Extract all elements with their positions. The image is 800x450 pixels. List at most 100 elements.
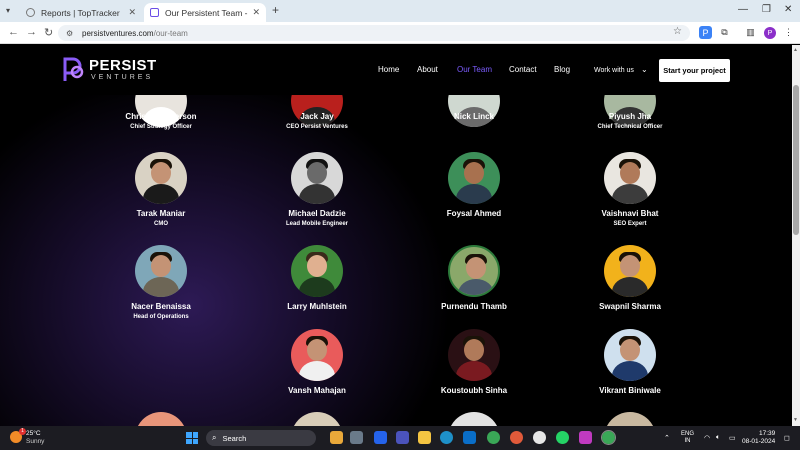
toptracker-favicon-icon	[26, 8, 35, 17]
team-member-card[interactable]	[237, 412, 397, 426]
team-member-card[interactable]	[394, 412, 554, 426]
avatar	[604, 152, 656, 204]
back-icon[interactable]: ←	[8, 26, 19, 38]
tab-title: Our Persistent Team - Persist Ve	[165, 7, 248, 18]
site-info-icon[interactable]: ⚙	[66, 29, 76, 38]
team-member-card[interactable]: Koustoubh Sinha	[394, 329, 554, 395]
edge-icon[interactable]	[440, 431, 453, 444]
team-member-card[interactable]: Foysal Ahmed	[394, 152, 554, 218]
tab-title: Reports | TopTracker	[41, 7, 120, 18]
reload-icon[interactable]: ↻	[44, 26, 53, 39]
app-icon-brave[interactable]	[579, 431, 592, 444]
profile-avatar[interactable]: P	[764, 27, 776, 39]
scroll-up-icon[interactable]: ▲	[793, 47, 798, 53]
member-name: Tarak Maniar	[136, 209, 186, 218]
minimize-icon[interactable]: —	[738, 4, 748, 15]
close-icon[interactable]: ✕	[252, 7, 260, 18]
app-icon-widgets[interactable]	[330, 431, 343, 444]
app-icon-teams[interactable]	[374, 431, 387, 444]
close-icon[interactable]: ✕	[128, 7, 136, 18]
forward-icon[interactable]: →	[26, 26, 37, 38]
new-tab-icon[interactable]: +	[272, 3, 279, 17]
nav-work-with-us[interactable]: Work with us	[594, 67, 634, 74]
start-project-button[interactable]: Start your project	[659, 59, 730, 82]
chevron-down-icon[interactable]: ⌄	[641, 65, 648, 74]
weather-temp[interactable]: 25°C	[26, 430, 41, 437]
team-member-info: Piyush Jha Chief Technical Officer	[550, 107, 710, 130]
member-role: Head of Operations	[133, 314, 189, 320]
volume-icon[interactable]: 🔈︎	[716, 434, 720, 442]
battery-icon[interactable]: ▭	[729, 434, 736, 442]
chrome-icon[interactable]	[510, 431, 523, 444]
member-role: CEO Persist Ventures	[286, 124, 348, 130]
wifi-icon[interactable]: ◠	[704, 434, 710, 442]
taskbar-search[interactable]: ⌕ Search	[206, 430, 316, 446]
window-close-icon[interactable]: ✕	[784, 4, 792, 15]
member-role: CMO	[154, 221, 168, 227]
nav-contact[interactable]: Contact	[509, 65, 537, 74]
team-member-card[interactable]: Swapnil Sharma	[550, 245, 710, 311]
app-icon-task-view[interactable]	[350, 431, 363, 444]
web-page: PERSIST VENTURES Home About Our Team Con…	[0, 45, 792, 426]
side-panel-icon[interactable]: ▥	[744, 26, 757, 39]
persist-logo-icon[interactable]	[62, 56, 84, 83]
avatar	[448, 245, 500, 297]
member-name: Koustoubh Sinha	[440, 386, 508, 395]
nav-home[interactable]: Home	[378, 65, 399, 74]
scroll-down-icon[interactable]: ▼	[793, 417, 798, 423]
avatar	[135, 245, 187, 297]
member-name: Christine Peterson	[125, 112, 197, 121]
tab-our-team[interactable]: Our Persistent Team - Persist Ve ✕	[144, 3, 266, 22]
member-name: Jack Jay	[300, 112, 334, 121]
member-name: Michael Dadzie	[288, 209, 346, 218]
member-role: SEO Expert	[613, 221, 647, 227]
notification-bell-icon[interactable]: ◻	[784, 434, 790, 442]
team-member-card[interactable]: Vikrant Biniwale	[550, 329, 710, 395]
member-name: Foysal Ahmed	[446, 209, 502, 218]
team-member-card[interactable]: Nacer Benaissa Head of Operations	[81, 245, 241, 320]
team-member-card[interactable]: Purnendu Thamb	[394, 245, 554, 311]
start-windows-icon[interactable]	[186, 432, 198, 444]
tray-chevron-up-icon[interactable]: ⌃	[664, 434, 670, 442]
persist-favicon-icon	[150, 8, 159, 17]
team-member-card[interactable]: Larry Muhlstein	[237, 245, 397, 311]
clock[interactable]: 17:39 08-01-2024	[742, 430, 775, 446]
chrome-icon[interactable]	[487, 431, 500, 444]
team-member-card[interactable]	[550, 412, 710, 426]
chrome-active-icon[interactable]	[601, 430, 616, 445]
member-name: Nacer Benaissa	[131, 302, 191, 311]
member-name: Purnendu Thamb	[441, 302, 507, 311]
folder-icon[interactable]	[418, 431, 431, 444]
member-role: Lead Mobile Engineer	[285, 221, 348, 227]
member-name: Larry Muhlstein	[287, 302, 347, 311]
scrollbar-thumb[interactable]	[793, 85, 799, 235]
restore-icon[interactable]: ❐	[762, 4, 771, 15]
tab-toptracker[interactable]: Reports | TopTracker ✕	[20, 3, 142, 22]
member-name: Vansh Mahajan	[288, 386, 346, 395]
page-scrollbar[interactable]: ▲ ▼	[792, 45, 800, 426]
app-icon-circle[interactable]	[533, 431, 546, 444]
nav-blog[interactable]: Blog	[554, 65, 570, 74]
more-menu-icon[interactable]: ⋮	[782, 26, 795, 39]
vscode-icon[interactable]	[463, 431, 476, 444]
nav-about[interactable]: About	[417, 65, 438, 74]
extensions-puzzle-icon[interactable]: ⧉	[718, 26, 731, 39]
member-role: Chief Strategy Officer	[130, 124, 192, 130]
address-bar[interactable]: ⚙ persistventures.com/our-team ☆	[58, 25, 690, 41]
team-member-card[interactable]	[81, 412, 241, 426]
weather-desc[interactable]: Sunny	[26, 438, 44, 445]
team-member-card[interactable]: Vaishnavi Bhat SEO Expert	[550, 152, 710, 227]
team-member-info: Nick Linck	[394, 107, 554, 121]
nav-our-team[interactable]: Our Team	[457, 65, 492, 74]
language-indicator[interactable]: ENG IN	[681, 431, 694, 445]
logo-text[interactable]: PERSIST	[89, 57, 157, 74]
extension-icon[interactable]: P	[699, 26, 712, 39]
bookmark-star-icon[interactable]: ☆	[673, 26, 682, 37]
logo-subtext: VENTURES	[91, 74, 154, 81]
team-member-card[interactable]: Tarak Maniar CMO	[81, 152, 241, 227]
whatsapp-icon[interactable]	[556, 431, 569, 444]
team-member-card[interactable]: Michael Dadzie Lead Mobile Engineer	[237, 152, 397, 227]
app-icon-teams-chat[interactable]	[396, 431, 409, 444]
team-member-card[interactable]: Vansh Mahajan	[237, 329, 397, 395]
tab-search-icon[interactable]: ▾	[6, 6, 10, 15]
